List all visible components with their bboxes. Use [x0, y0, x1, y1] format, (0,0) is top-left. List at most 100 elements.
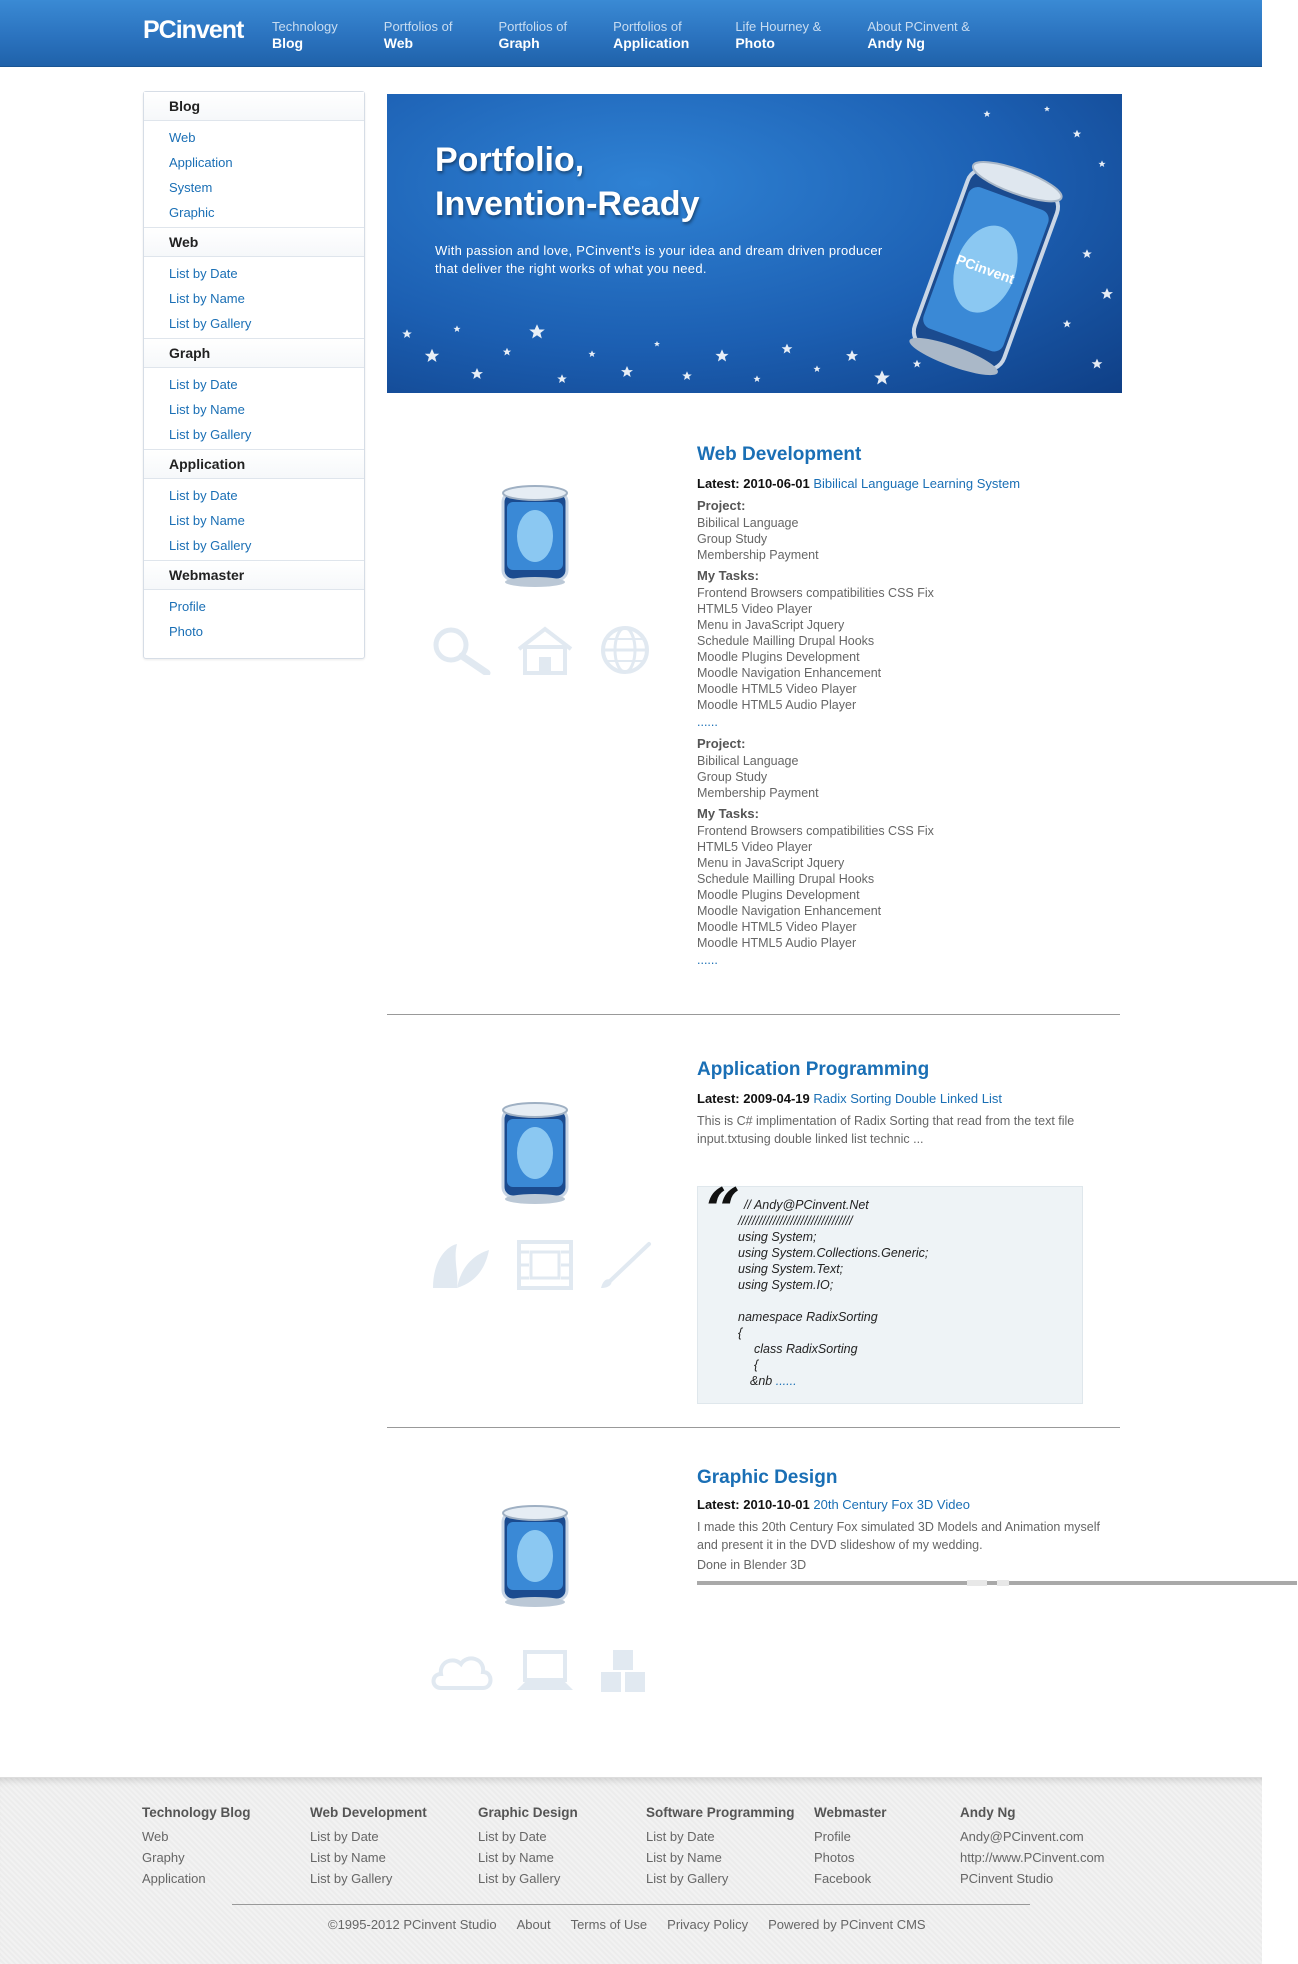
- footer-link[interactable]: Application: [142, 1868, 310, 1889]
- task-item: Schedule Mailling Drupal Hooks: [697, 872, 875, 886]
- code-lines: // Andy@PCinvent.Net ///////////////////…: [738, 1197, 928, 1389]
- blocks-icon: [601, 1650, 645, 1692]
- project-label: Project:: [697, 498, 746, 513]
- can-icon: [501, 1505, 569, 1607]
- nav-item-big: Application: [613, 35, 690, 51]
- task-item: Frontend Browsers compatibilities CSS Fi…: [697, 586, 934, 600]
- footer-columns: Technology Blog Web Graphy Application W…: [142, 1804, 1140, 1889]
- sidebar-link-list-by-name[interactable]: List by Name: [144, 508, 364, 533]
- section-graphic-design: Graphic Design Latest: 2010-10-01 20th C…: [387, 1466, 1297, 1726]
- more-link[interactable]: ......: [697, 713, 1117, 731]
- nav-item-about[interactable]: About PCinvent & Andy Ng: [867, 18, 970, 52]
- nav-item-big: Blog: [272, 35, 304, 51]
- footer-link[interactable]: http://www.PCinvent.com: [960, 1847, 1140, 1868]
- media-slider[interactable]: [697, 1580, 1297, 1586]
- footer-link[interactable]: List by Name: [310, 1847, 478, 1868]
- section-title[interactable]: Web Development: [697, 443, 1117, 467]
- tasks-label: My Tasks:: [697, 568, 759, 583]
- footer-link[interactable]: Photos: [814, 1847, 960, 1868]
- can-icon: [501, 1102, 569, 1204]
- footer-link[interactable]: Andy@PCinvent.com: [960, 1826, 1140, 1847]
- sidebar-link-profile[interactable]: Profile: [144, 594, 364, 619]
- footer-link[interactable]: List by Gallery: [478, 1868, 646, 1889]
- sidebar-link-list-by-name[interactable]: List by Name: [144, 286, 364, 311]
- nav-item-small: Portfolios of: [613, 19, 682, 34]
- sidebar-link-web[interactable]: Web: [144, 125, 364, 150]
- footer-link[interactable]: List by Gallery: [310, 1868, 478, 1889]
- footer-col-webmaster: Webmaster Profile Photos Facebook: [814, 1804, 960, 1889]
- sidebar-link-list-by-date[interactable]: List by Date: [144, 261, 364, 286]
- sidebar-heading: Web: [144, 227, 364, 257]
- footer-col-technology-blog: Technology Blog Web Graphy Application: [142, 1804, 310, 1889]
- section-application-programming: Application Programming Latest: 2009-04-…: [387, 1058, 1122, 1418]
- sidebar-link-list-by-date[interactable]: List by Date: [144, 372, 364, 397]
- latest-link[interactable]: Bibilical Language Learning System: [813, 476, 1020, 491]
- nav-item-small: Portfolios of: [383, 19, 453, 34]
- banner-title-line2: Invention-Ready: [435, 185, 700, 223]
- code-text: &nb: [750, 1374, 773, 1388]
- section-note: Done in Blender 3D: [697, 1558, 807, 1572]
- site-logo[interactable]: PCinvent: [143, 16, 244, 45]
- nav-item-photo[interactable]: Life Hourney & Photo: [735, 18, 821, 52]
- footer-link[interactable]: Facebook: [814, 1868, 960, 1889]
- project-block: Project: Bibilical Language Group Study …: [697, 735, 1117, 969]
- footer-link[interactable]: List by Date: [478, 1826, 646, 1847]
- footer-privacy-link[interactable]: Privacy Policy: [667, 1917, 748, 1932]
- footer-link[interactable]: Graphy: [142, 1847, 310, 1868]
- footer-col-title: Webmaster: [814, 1805, 887, 1820]
- main-nav: Technology Blog Portfolios of Web Portfo…: [272, 18, 1016, 52]
- nav-item-web[interactable]: Portfolios of Web: [384, 18, 453, 52]
- task-item: Schedule Mailling Drupal Hooks: [697, 634, 875, 648]
- footer-link[interactable]: List by Date: [310, 1826, 478, 1847]
- sidebar-link-application[interactable]: Application: [144, 150, 364, 175]
- sidebar-link-photo[interactable]: Photo: [144, 619, 364, 644]
- section-title[interactable]: Application Programming: [697, 1058, 1117, 1082]
- project-item: Group Study: [697, 770, 768, 784]
- footer-col-web-development: Web Development List by Date List by Nam…: [310, 1804, 478, 1889]
- footer-link[interactable]: List by Name: [478, 1847, 646, 1868]
- footer-col-title: Software Programming: [646, 1805, 795, 1820]
- nav-item-big: Andy Ng: [867, 35, 925, 51]
- sidebar-link-list-by-gallery[interactable]: List by Gallery: [144, 311, 364, 336]
- sidebar-link-graphic[interactable]: Graphic: [144, 200, 364, 225]
- can-icon: [501, 485, 569, 587]
- task-item: Moodle HTML5 Audio Player: [697, 936, 857, 950]
- code-line: class RadixSorting: [754, 1342, 858, 1356]
- code-more-link[interactable]: ......: [776, 1374, 797, 1388]
- nav-item-small: Portfolios of: [498, 19, 568, 34]
- section-description: This is C# implimentation of Radix Sorti…: [697, 1114, 1075, 1146]
- sidebar-group-web: Web List by Date List by Name List by Ga…: [144, 227, 364, 338]
- task-item: Moodle Plugins Development: [697, 650, 860, 664]
- sidebar-group-graph: Graph List by Date List by Name List by …: [144, 338, 364, 449]
- footer-link[interactable]: Web: [142, 1826, 310, 1847]
- footer-link[interactable]: List by Date: [646, 1826, 814, 1847]
- task-item: Menu in JavaScript Jquery: [697, 856, 845, 870]
- nav-item-blog[interactable]: Technology Blog: [272, 18, 338, 52]
- faded-icons-row: [427, 1646, 655, 1696]
- footer-link[interactable]: PCinvent Studio: [960, 1868, 1140, 1889]
- code-line: using System.Text;: [738, 1262, 844, 1276]
- banner-title: Portfolio, Invention-Ready: [435, 138, 699, 226]
- sidebar-link-list-by-gallery[interactable]: List by Gallery: [144, 533, 364, 558]
- section-title[interactable]: Graphic Design: [697, 1466, 1117, 1490]
- code-line: {: [738, 1357, 928, 1373]
- project-item: Membership Payment: [697, 786, 819, 800]
- sidebar-link-list-by-name[interactable]: List by Name: [144, 397, 364, 422]
- sidebar-link-system[interactable]: System: [144, 175, 364, 200]
- more-link[interactable]: ......: [697, 951, 1117, 969]
- footer-col-title: Graphic Design: [478, 1805, 578, 1820]
- code-line: using System.IO;: [738, 1278, 834, 1292]
- project-item: Membership Payment: [697, 548, 819, 562]
- footer-terms-link[interactable]: Terms of Use: [571, 1917, 648, 1932]
- footer-link[interactable]: List by Gallery: [646, 1868, 814, 1889]
- quote-icon: “: [706, 1176, 741, 1246]
- nav-item-application[interactable]: Portfolios of Application: [613, 18, 689, 52]
- footer-link[interactable]: List by Name: [646, 1847, 814, 1868]
- footer-link[interactable]: Profile: [814, 1826, 960, 1847]
- sidebar-link-list-by-gallery[interactable]: List by Gallery: [144, 422, 364, 447]
- footer-about-link[interactable]: About: [517, 1917, 551, 1932]
- sidebar-link-list-by-date[interactable]: List by Date: [144, 483, 364, 508]
- nav-item-graph[interactable]: Portfolios of Graph: [498, 18, 567, 52]
- latest-link[interactable]: Radix Sorting Double Linked List: [813, 1091, 1002, 1106]
- latest-link[interactable]: 20th Century Fox 3D Video: [813, 1497, 970, 1512]
